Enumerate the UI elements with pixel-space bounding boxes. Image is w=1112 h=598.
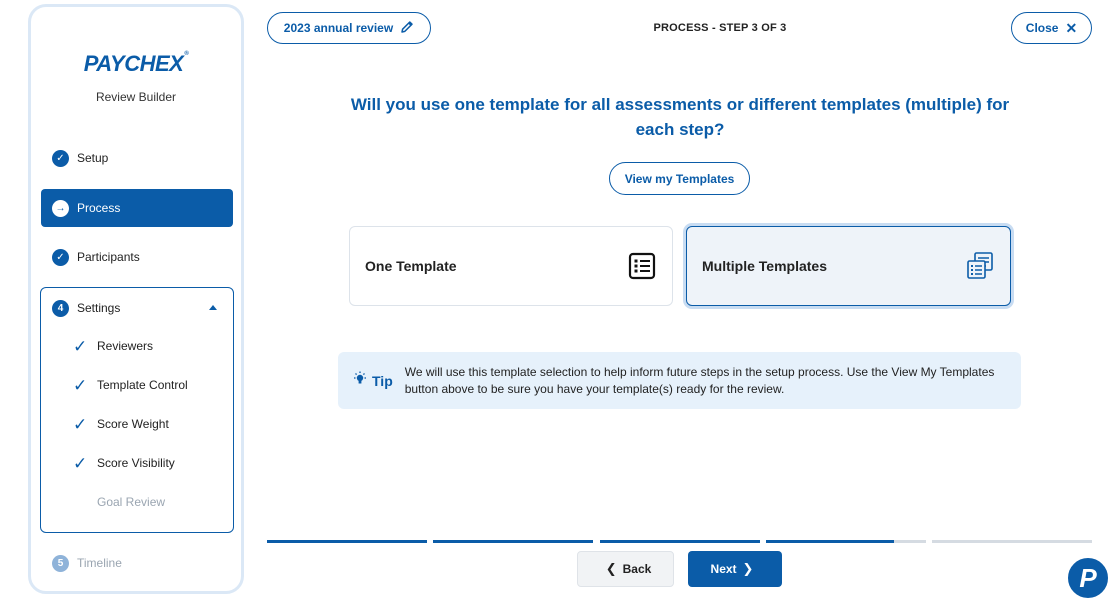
progress-fill xyxy=(433,540,593,543)
check-circle-icon: ✓ xyxy=(52,248,69,266)
multi-list-icon xyxy=(965,251,995,281)
sub-item-goal-review: Goal Review xyxy=(97,492,165,512)
checkmark-icon: ✓ xyxy=(73,414,88,434)
chevron-right-icon: ❯ xyxy=(742,561,754,576)
tip-text: We will use this template selection to h… xyxy=(404,364,995,396)
sidebar-item-label: Timeline xyxy=(77,556,122,570)
sub-item-reviewers[interactable]: ✓ Reviewers xyxy=(73,336,153,356)
settings-group: 4 Settings ✓ Reviewers ✓ Template Contro… xyxy=(40,287,234,533)
sidebar-item-label: Setup xyxy=(77,151,109,165)
next-label: Next xyxy=(710,562,737,576)
sidebar-item-label: Process xyxy=(77,201,121,215)
progress-fill xyxy=(600,540,760,543)
chevron-up-icon[interactable] xyxy=(209,305,217,310)
progress-segment xyxy=(766,540,926,543)
review-name: 2023 annual review xyxy=(283,21,394,35)
close-label: Close xyxy=(1025,21,1059,35)
sub-item-label: Score Weight xyxy=(97,417,169,431)
card-label: One Template xyxy=(365,258,457,274)
card-label: Multiple Templates xyxy=(702,258,827,274)
sidebar-item-label: Participants xyxy=(77,250,140,264)
help-chat-button[interactable]: P xyxy=(1066,556,1110,598)
progress-segment xyxy=(932,540,1092,543)
pencil-icon xyxy=(400,20,414,37)
edit-review-name-button[interactable]: 2023 annual review xyxy=(267,12,431,44)
tip-banner: Tip We will use this template selection … xyxy=(338,352,1021,409)
sidebar-item-label: Settings xyxy=(77,301,121,315)
next-button[interactable]: Next ❯ xyxy=(688,551,782,587)
sub-item-label: Template Control xyxy=(97,378,188,392)
progress-segment xyxy=(267,540,427,543)
checkmark-icon: ✓ xyxy=(73,375,88,395)
progress-fill xyxy=(766,540,894,543)
lightbulb-icon xyxy=(352,371,368,391)
sidebar-item-process[interactable]: → Process xyxy=(41,189,233,227)
one-template-card[interactable]: One Template xyxy=(349,226,673,306)
sub-item-label: Goal Review xyxy=(97,495,166,509)
close-icon: ✕ xyxy=(1065,19,1078,36)
sub-item-score-visibility[interactable]: ✓ Score Visibility xyxy=(73,453,175,473)
sidebar: PAYCHEX® Review Builder ✓ Setup → Proces… xyxy=(28,4,244,594)
list-icon xyxy=(627,251,657,281)
tip-label: Tip xyxy=(352,371,393,391)
sidebar-item-timeline: 5 Timeline xyxy=(41,544,233,582)
check-circle-icon: ✓ xyxy=(52,149,69,167)
progress-segment xyxy=(433,540,593,543)
back-button[interactable]: ❮ Back xyxy=(577,551,674,587)
checkmark-icon: ✓ xyxy=(73,453,88,473)
view-templates-button[interactable]: View my Templates xyxy=(609,162,750,195)
sub-item-template-control[interactable]: ✓ Template Control xyxy=(73,375,188,395)
step-indicator: PROCESS - STEP 3 OF 3 xyxy=(653,22,787,34)
tip-label-text: Tip xyxy=(372,372,393,389)
sidebar-item-settings[interactable]: 4 Settings xyxy=(41,297,233,319)
arrow-right-circle-icon: → xyxy=(52,199,69,217)
sub-item-label: Reviewers xyxy=(97,339,154,353)
back-label: Back xyxy=(622,562,652,576)
step-number-badge: 4 xyxy=(52,299,69,317)
multiple-templates-card[interactable]: Multiple Templates xyxy=(686,226,1011,306)
progress-fill xyxy=(267,540,427,543)
sidebar-item-participants[interactable]: ✓ Participants xyxy=(41,238,233,276)
paychex-logo: PAYCHEX® xyxy=(83,51,189,76)
sub-item-score-weight[interactable]: ✓ Score Weight xyxy=(73,414,169,434)
app-subtitle: Review Builder xyxy=(95,90,177,104)
checkmark-icon: ✓ xyxy=(73,336,88,356)
close-button[interactable]: Close ✕ xyxy=(1011,12,1092,44)
chevron-left-icon: ❮ xyxy=(605,561,617,576)
step-number-badge: 5 xyxy=(52,554,69,572)
progress-segment xyxy=(600,540,760,543)
page-question: Will you use one template for all assess… xyxy=(350,95,1010,139)
sub-item-label: Score Visibility xyxy=(97,456,175,470)
sidebar-item-setup[interactable]: ✓ Setup xyxy=(41,139,233,177)
